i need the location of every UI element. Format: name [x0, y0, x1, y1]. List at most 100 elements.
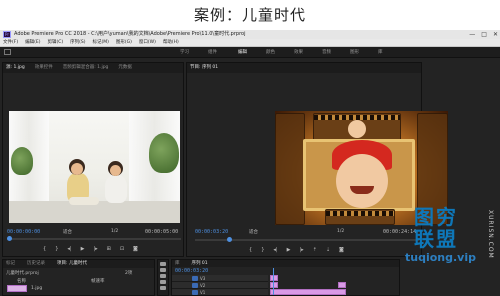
mark-out-icon[interactable]: } — [55, 246, 58, 252]
source-playhead[interactable] — [7, 236, 12, 241]
tab-program[interactable]: 节目: 序列 01 — [190, 63, 218, 73]
watermark-logo: 图穷 联盟 — [406, 206, 466, 250]
workspace-graphics[interactable]: 图形 — [350, 47, 359, 58]
play-icon[interactable]: ▶ — [287, 247, 291, 253]
program-monitor-panel: 节目: 序列 01 00:00:03:20 适合 1/2 00:00:24:14 — [186, 62, 448, 257]
source-duration: 00:00:05:00 — [145, 229, 179, 235]
program-resolution-select[interactable]: 1/2 — [337, 229, 344, 234]
source-monitor-panel: 源: 1.jpg 效果控件 音频剪辑混合器: 1.jpg 元数据 00:00:0… — [2, 62, 184, 257]
program-panel-tabs: 节目: 序列 01 — [187, 63, 421, 73]
column-framerate-header[interactable]: 帧速率 — [91, 278, 105, 284]
workspace-color[interactable]: 颜色 — [266, 47, 275, 58]
razor-tool-icon[interactable] — [160, 280, 166, 284]
timeline-timecode[interactable]: 00:00:03:20 — [175, 268, 208, 274]
track-header-v2[interactable]: V2 — [172, 282, 268, 289]
premiere-app-icon: Pr — [3, 31, 11, 38]
step-forward-icon[interactable]: |▸ — [93, 246, 97, 252]
menu-edit[interactable]: 编辑(E) — [25, 39, 40, 46]
program-playhead[interactable] — [226, 237, 232, 242]
program-scrubber[interactable] — [195, 237, 419, 242]
program-current-timecode[interactable]: 00:00:03:20 — [195, 229, 228, 235]
track-label: V2 — [200, 283, 206, 288]
play-icon[interactable]: ▶ — [81, 246, 85, 252]
timeline-playhead[interactable] — [273, 268, 274, 295]
selection-tool-icon[interactable] — [160, 262, 166, 266]
tab-effect-controls[interactable]: 效果控件 — [35, 63, 53, 73]
workspace-editing[interactable]: 编辑 — [238, 47, 247, 58]
workspace-audio[interactable]: 音频 — [322, 47, 331, 58]
workspace-libraries[interactable]: 库 — [378, 47, 383, 58]
timeline-clip[interactable] — [270, 275, 278, 281]
step-back-icon[interactable]: ◂| — [67, 246, 71, 252]
tab-audio-clip-mixer[interactable]: 音频剪辑混合器: 1.jpg — [63, 63, 109, 73]
mark-out-icon[interactable]: } — [261, 247, 264, 253]
home-icon[interactable] — [4, 49, 11, 55]
minimize-button[interactable]: — — [469, 30, 475, 39]
track-target-icon[interactable] — [192, 283, 198, 288]
ripple-edit-tool-icon[interactable] — [160, 274, 166, 278]
program-fit-select[interactable]: 适合 — [249, 229, 258, 235]
timeline-clip[interactable] — [338, 282, 346, 288]
workspace-bar: 学习 组件 编辑 颜色 效果 音频 图形 库 — [0, 47, 500, 58]
track-select-tool-icon[interactable] — [160, 268, 166, 272]
track-header-v3[interactable]: V3 — [172, 275, 268, 282]
source-preview-image — [9, 111, 180, 223]
source-current-timecode[interactable]: 00:00:00:00 — [7, 229, 40, 235]
workspace-learning[interactable]: 学习 — [180, 47, 189, 58]
menu-graphics[interactable]: 图形(G) — [116, 39, 132, 46]
tab-history[interactable]: 历史记录 — [27, 260, 45, 268]
tab-markers[interactable]: 标记 — [6, 260, 15, 268]
menu-help[interactable]: 帮助(H) — [163, 39, 179, 46]
slip-tool-icon[interactable] — [160, 286, 166, 290]
source-fit-select[interactable]: 适合 — [63, 229, 72, 235]
tools-panel — [157, 259, 169, 296]
track-target-icon[interactable] — [192, 290, 198, 295]
track-target-icon[interactable] — [192, 276, 198, 281]
extract-icon[interactable]: ⇣ — [326, 247, 330, 253]
title-bar: Pr Adobe Premiere Pro CC 2018 - C:\用户\yu… — [0, 30, 500, 39]
track-label: V1 — [200, 290, 206, 295]
source-transport-controls: { } ◂| ▶ |▸ ⊞ ⊡ ◙ — [43, 245, 138, 252]
project-file-name: 儿童时代.prproj — [6, 271, 39, 276]
maximize-button[interactable]: □ — [481, 30, 487, 39]
mark-in-icon[interactable]: { — [43, 246, 46, 252]
menu-clip[interactable]: 剪辑(C) — [47, 39, 63, 46]
timeline-clip[interactable] — [270, 289, 346, 295]
watermark-side-text: XURISN.COM — [487, 210, 494, 259]
menu-file[interactable]: 文件(F) — [3, 39, 18, 46]
project-item-name[interactable]: 1.jpg — [31, 286, 42, 291]
timeline-panel: 库 序列 01 00:00:03:20 V3 V2 V1 — [171, 259, 400, 296]
export-frame-icon[interactable]: ◙ — [133, 246, 138, 252]
window-title: Adobe Premiere Pro CC 2018 - C:\用户\yuman… — [14, 31, 246, 37]
source-resolution-select[interactable]: 1/2 — [111, 229, 118, 234]
project-item-thumbnail[interactable] — [7, 285, 27, 292]
step-forward-icon[interactable]: |▸ — [299, 247, 303, 253]
source-scrubber[interactable] — [7, 236, 181, 241]
tab-source[interactable]: 源: 1.jpg — [6, 63, 25, 73]
tab-libraries[interactable]: 库 — [175, 260, 180, 267]
menu-marker[interactable]: 标记(M) — [93, 39, 109, 46]
step-back-icon[interactable]: ◂| — [273, 247, 277, 253]
mark-in-icon[interactable]: { — [249, 247, 252, 253]
insert-icon[interactable]: ⊞ — [107, 246, 111, 252]
workspace-assembly[interactable]: 组件 — [208, 47, 217, 58]
window-controls: — □ ✕ — [469, 30, 498, 39]
timeline-clip[interactable] — [270, 282, 278, 288]
tab-project[interactable]: 项目: 儿童时代 — [57, 260, 87, 268]
menu-window[interactable]: 窗口(W) — [139, 39, 156, 46]
tab-metadata[interactable]: 元数据 — [118, 63, 132, 73]
tab-sequence[interactable]: 序列 01 — [192, 260, 208, 267]
workspace-effects[interactable]: 效果 — [294, 47, 303, 58]
watermark-line-2: 联盟 — [414, 227, 458, 251]
close-button[interactable]: ✕ — [493, 30, 498, 39]
menu-sequence[interactable]: 序列(S) — [70, 39, 85, 46]
column-name-header[interactable]: 名称 — [17, 278, 26, 284]
track-header-v1[interactable]: V1 — [172, 289, 268, 295]
lift-icon[interactable]: ⇡ — [313, 247, 317, 253]
menu-bar: 文件(F) 编辑(E) 剪辑(C) 序列(S) 标记(M) 图形(G) 窗口(W… — [0, 39, 500, 47]
timeline-tabs: 库 序列 01 — [172, 260, 399, 267]
watermark-line-1: 图穷 — [414, 205, 458, 229]
overwrite-icon[interactable]: ⊡ — [120, 246, 124, 252]
program-transport-controls: { } ◂| ▶ |▸ ⇡ ⇣ ◙ — [249, 246, 344, 253]
export-frame-icon[interactable]: ◙ — [339, 247, 344, 253]
